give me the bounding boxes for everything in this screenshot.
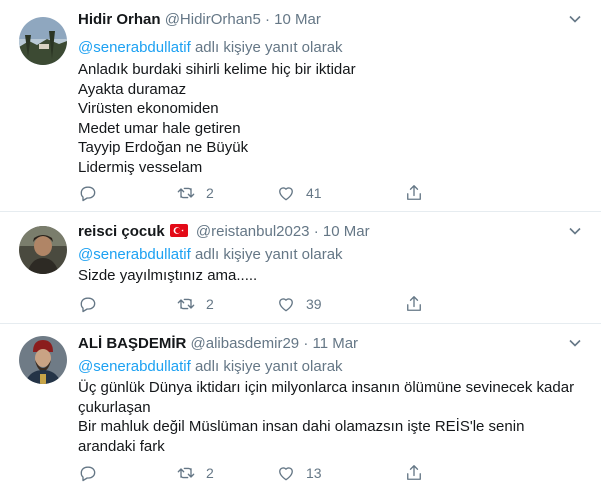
tweet-header: reisci çocuk @reistanbul2023 · 10 Mar — [78, 222, 370, 242]
tweet-text-line: Bir mahluk değil Müslüman insan dahi ola… — [78, 418, 525, 435]
reply-mention-link[interactable]: @senerabdullatif — [78, 246, 191, 263]
tweet-text-line: Sizde yayılmıştınız ama..... — [78, 267, 258, 284]
retweet-button[interactable]: 2 — [176, 182, 214, 204]
reply-icon — [80, 466, 96, 482]
share-button[interactable] — [404, 293, 424, 315]
tweet-header: ALİ BAŞDEMİR @alibasdemir29 · 11 Mar — [78, 334, 358, 354]
reply-button[interactable] — [78, 182, 98, 204]
author-name[interactable]: Hidir Orhan — [78, 11, 161, 28]
chevron-down-icon[interactable] — [568, 336, 582, 350]
author-name[interactable]: ALİ BAŞDEMİR — [78, 335, 186, 352]
tweet-text: Üç günlük Dünya iktidarı için milyonlarc… — [78, 378, 588, 456]
reply-button[interactable] — [78, 293, 98, 315]
like-button[interactable]: 39 — [276, 293, 322, 315]
tweet-text-line: Üç günlük Dünya iktidarı için milyonlarc… — [78, 379, 575, 396]
retweet-button[interactable]: 2 — [176, 293, 214, 315]
tweet-date[interactable]: 10 Mar — [274, 11, 321, 28]
reply-icon — [80, 186, 96, 202]
retweet-button[interactable]: 2 — [176, 462, 214, 484]
separator-dot: · — [303, 335, 309, 352]
reply-button[interactable] — [78, 462, 98, 484]
avatar[interactable] — [19, 336, 67, 384]
tweet-actions: 2 41 — [78, 182, 548, 204]
retweet-count: 2 — [206, 296, 214, 312]
like-count: 39 — [306, 296, 322, 312]
heart-icon — [279, 187, 293, 201]
share-icon — [407, 296, 421, 311]
tweet-actions: 2 39 — [78, 293, 548, 315]
tweet-text-line: Anladık burdaki sihirli kelime hiç bir i… — [78, 61, 356, 78]
reply-context: @senerabdullatif adlı kişiye yanıt olara… — [78, 357, 343, 377]
tweet[interactable]: ALİ BAŞDEMİR @alibasdemir29 · 11 Mar @se… — [0, 324, 601, 496]
tweet-text-line: Virüsten ekonomiden — [78, 100, 219, 117]
heart-icon — [279, 467, 293, 481]
reply-context: @senerabdullatif adlı kişiye yanıt olara… — [78, 245, 343, 265]
like-count: 41 — [306, 185, 322, 201]
tweet[interactable]: Hidir Orhan @HidirOrhan5 · 10 Mar @sener… — [0, 0, 601, 212]
tweet-text-line: Medet umar hale getiren — [78, 119, 241, 137]
tweet-header: Hidir Orhan @HidirOrhan5 · 10 Mar — [78, 10, 321, 30]
reply-context-text: adlı kişiye yanıt olarak — [190, 358, 343, 375]
reply-mention-link[interactable]: @senerabdullatif — [78, 39, 191, 56]
chevron-down-icon[interactable] — [568, 224, 582, 238]
retweet-icon — [177, 467, 195, 479]
avatar-image — [19, 336, 67, 384]
tweet-text-line: Ayakta duramaz — [78, 80, 187, 98]
author-handle[interactable]: @reistanbul2023 — [196, 223, 310, 240]
turkey-flag-icon — [169, 224, 188, 237]
tweet-text: Sizde yayılmıştınız ama..... — [78, 266, 588, 286]
like-count: 13 — [306, 465, 322, 481]
separator-dot: · — [313, 223, 319, 240]
reply-context: @senerabdullatif adlı kişiye yanıt olara… — [78, 38, 343, 58]
separator-dot: · — [264, 11, 270, 28]
like-button[interactable]: 41 — [276, 182, 322, 204]
reply-mention-link[interactable]: @senerabdullatif — [78, 358, 191, 375]
avatar-image — [19, 17, 67, 65]
tweet-text-line: Tayyip Erdoğan ne Büyük — [78, 139, 249, 156]
tweet-text-line: çukurlaşan — [78, 398, 151, 416]
tweet-actions: 2 13 — [78, 462, 548, 484]
tweet-text-line: Lidermiş vesselam — [78, 158, 203, 176]
share-icon — [407, 185, 421, 200]
reply-context-text: adlı kişiye yanıt olarak — [190, 39, 343, 56]
chevron-down-icon[interactable] — [568, 12, 582, 26]
author-handle[interactable]: @alibasdemir29 — [191, 335, 300, 352]
retweet-count: 2 — [206, 465, 214, 481]
share-button[interactable] — [404, 462, 424, 484]
tweet-date[interactable]: 10 Mar — [323, 223, 370, 240]
share-icon — [407, 465, 421, 480]
retweet-icon — [177, 187, 195, 199]
like-button[interactable]: 13 — [276, 462, 322, 484]
tweet-text: Anladık burdaki sihirli kelime hiç bir i… — [78, 60, 588, 177]
retweet-count: 2 — [206, 185, 214, 201]
tweet-text-line: arandaki fark — [78, 437, 165, 455]
avatar-image — [19, 226, 67, 274]
avatar[interactable] — [19, 17, 67, 65]
retweet-icon — [177, 298, 195, 310]
reply-icon — [80, 297, 96, 313]
author-handle[interactable]: @HidirOrhan5 — [165, 11, 261, 28]
tweet[interactable]: reisci çocuk @reistanbul2023 · 10 Mar @s… — [0, 212, 601, 324]
reply-context-text: adlı kişiye yanıt olarak — [190, 246, 343, 263]
tweet-date[interactable]: 11 Mar — [312, 335, 358, 352]
avatar[interactable] — [19, 226, 67, 274]
share-button[interactable] — [404, 182, 424, 204]
author-name[interactable]: reisci çocuk — [78, 223, 165, 240]
heart-icon — [279, 298, 293, 312]
